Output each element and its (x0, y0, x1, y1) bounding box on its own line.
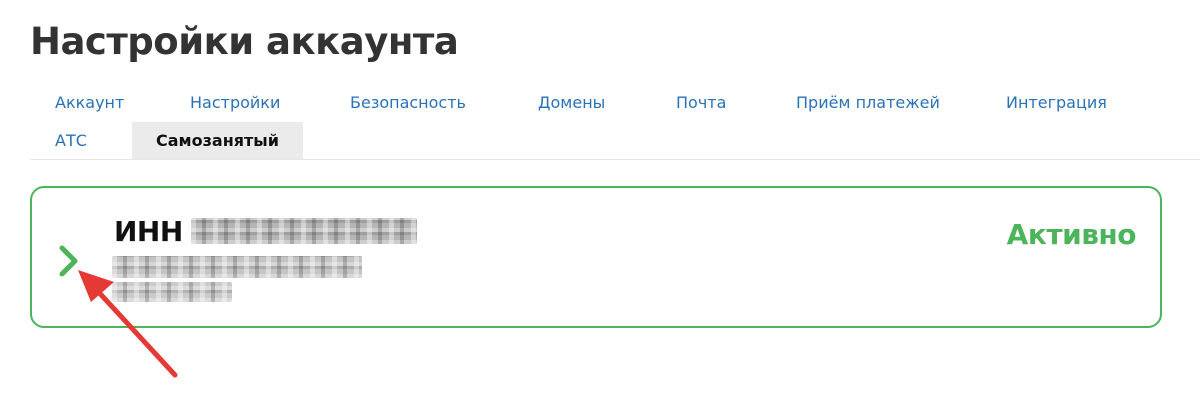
annotation-arrow-icon (78, 270, 178, 378)
tab-account[interactable]: Аккаунт (55, 84, 124, 122)
tab-security[interactable]: Безопасность (350, 84, 466, 122)
inn-value-redacted (190, 218, 417, 244)
tab-ats[interactable]: АТС (55, 122, 87, 160)
self-employed-card: ИНН Активно (30, 186, 1162, 328)
tab-mail[interactable]: Почта (676, 84, 726, 122)
inn-label: ИНН (114, 214, 183, 248)
tab-self-employed[interactable]: Самозанятый (132, 122, 303, 160)
tab-domains[interactable]: Домены (538, 84, 605, 122)
tab-payments[interactable]: Приём платежей (796, 84, 940, 122)
status-badge: Активно (1006, 218, 1137, 251)
inn-row: ИНН (114, 214, 417, 248)
page-title: Настройки аккаунта (30, 20, 459, 63)
tab-integration[interactable]: Интеграция (1006, 84, 1107, 122)
tab-settings[interactable]: Настройки (190, 84, 280, 122)
settings-tabs: Аккаунт Настройки Безопасность Домены По… (0, 84, 1200, 160)
tabs-divider (30, 159, 1200, 160)
